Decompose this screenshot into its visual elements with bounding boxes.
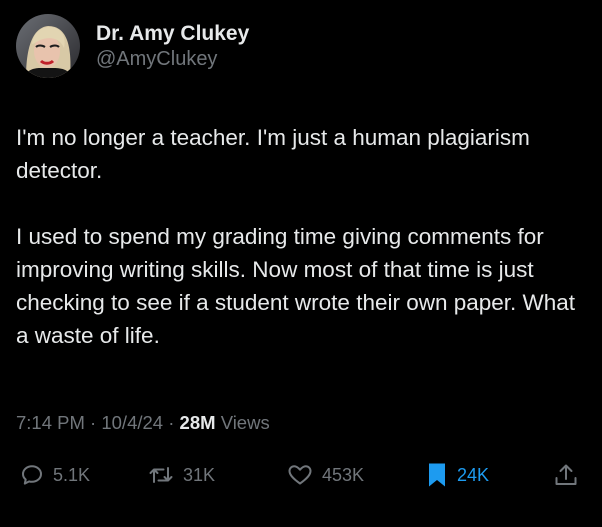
tweet-text: I'm no longer a teacher. I'm just a huma… (16, 121, 592, 352)
avatar-image (16, 14, 80, 78)
tweet-paragraph: I'm no longer a teacher. I'm just a huma… (16, 125, 530, 183)
bookmark-icon (429, 463, 445, 487)
share-upload-icon (555, 464, 577, 485)
tweet-metadata: 7:14 PM · 10/4/24 · 28M Views (16, 410, 270, 436)
repost-button[interactable]: 31K (148, 455, 215, 495)
meta-separator: · (90, 412, 97, 433)
author-handle[interactable]: @AmyClukey (96, 47, 249, 71)
reply-button[interactable]: 5.1K (20, 455, 90, 495)
author-display-name[interactable]: Dr. Amy Clukey (96, 21, 249, 47)
views-count: 28M (179, 412, 216, 433)
tweet-header: Dr. Amy Clukey @AmyClukey (16, 14, 249, 78)
heart-icon (288, 465, 312, 485)
meta-separator: · (168, 412, 175, 433)
tweet-date[interactable]: 10/4/24 (101, 412, 163, 433)
tweet-time[interactable]: 7:14 PM (16, 412, 85, 433)
avatar[interactable] (16, 14, 80, 78)
tweet-paragraph: I used to spend my grading time giving c… (16, 224, 576, 348)
bookmark-button[interactable]: 24K (426, 455, 489, 495)
repost-count: 31K (183, 464, 216, 485)
reply-count: 5.1K (53, 464, 91, 485)
speech-bubble-icon (22, 465, 42, 485)
like-count: 453K (322, 464, 365, 485)
action-bar: 5.1K 31K 453K 24K (0, 455, 602, 495)
views-label: Views (220, 412, 270, 433)
author-names: Dr. Amy Clukey @AmyClukey (96, 21, 249, 71)
repost-arrows-icon (149, 467, 173, 483)
like-button[interactable]: 453K (287, 455, 364, 495)
bookmark-count: 24K (457, 464, 490, 485)
share-button[interactable] (553, 455, 579, 495)
tweet-card: Dr. Amy Clukey @AmyClukey I'm no longer … (0, 0, 602, 527)
